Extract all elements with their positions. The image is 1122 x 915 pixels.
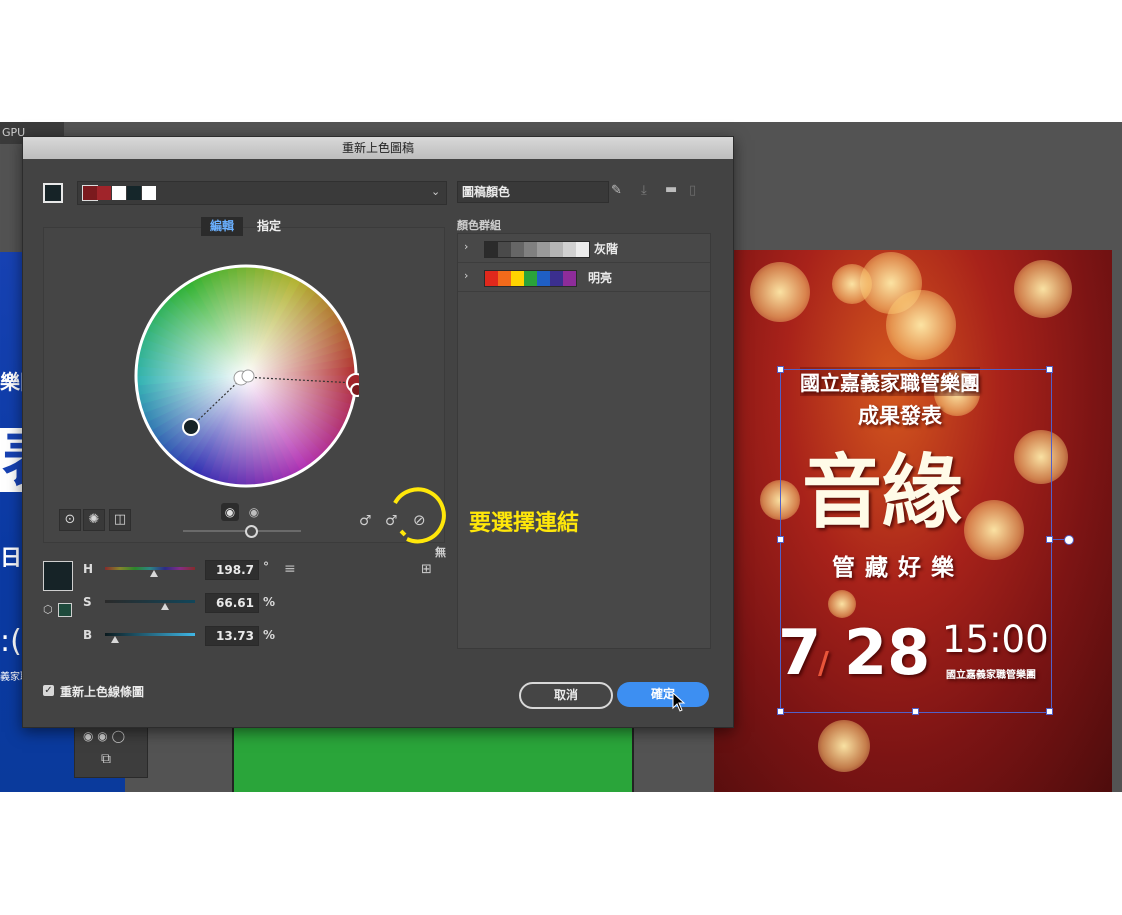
color-group-swatch[interactable]: [550, 271, 563, 286]
swatch-red-dark[interactable]: [82, 185, 98, 201]
recolor-artwork-dialog: 重新上色圖稿 ⌄ 編輯 指定 ⊙ ✺ ◫ ◉ ◉ ♂ ♂ ⊘ 無 ⊞ ≡ ⬡ H…: [22, 136, 734, 728]
selection-handle[interactable]: [1046, 366, 1053, 373]
color-group-name: 明亮: [588, 271, 613, 285]
expand-arrow-icon[interactable]: ›: [464, 269, 468, 282]
color-group-strip[interactable]: [484, 241, 590, 258]
color-groups-label: 顏色群組: [457, 219, 501, 232]
s-value-field[interactable]: 66.61: [205, 593, 259, 613]
expand-arrow-icon[interactable]: ›: [464, 240, 468, 253]
h-value-field[interactable]: 198.7: [205, 560, 259, 580]
brightness-slider-track[interactable]: [183, 530, 301, 532]
cube-icon[interactable]: ⬡: [43, 603, 53, 616]
eyedropper-icon[interactable]: ✎: [611, 183, 622, 198]
color-group-name: 灰階: [594, 242, 619, 256]
selection-handle[interactable]: [912, 708, 919, 715]
color-group-swatch[interactable]: [576, 242, 589, 257]
green-artboard: [232, 722, 634, 792]
color-group-swatch[interactable]: [537, 242, 550, 257]
color-group-swatch[interactable]: [511, 271, 524, 286]
base-color-marker[interactable]: [182, 418, 200, 436]
selection-bounding-box[interactable]: [780, 369, 1052, 713]
h-unit: °: [263, 560, 269, 574]
swatch-dark-teal[interactable]: [127, 186, 141, 200]
color-group-swatch[interactable]: [498, 242, 511, 257]
b-label: B: [83, 628, 93, 642]
ok-button[interactable]: 確定: [617, 682, 709, 707]
color-group-swatch[interactable]: [550, 242, 563, 257]
swatch-red[interactable]: [97, 186, 111, 200]
h-slider-thumb[interactable]: [150, 570, 158, 577]
color-group-swatch[interactable]: [485, 271, 498, 286]
color-bars-icon[interactable]: ◫: [109, 509, 131, 531]
show-brightness-icon[interactable]: ◉: [245, 503, 263, 521]
artwork-colors-field[interactable]: 圖稿顏色: [457, 181, 609, 203]
artwork-colors-bar[interactable]: [77, 181, 447, 205]
rotate-handle[interactable]: [1064, 535, 1074, 545]
add-color-icon[interactable]: ♂: [359, 513, 372, 529]
swatch-white[interactable]: [112, 186, 126, 200]
color-group-swatch[interactable]: [485, 242, 498, 257]
bokeh-light: [832, 264, 872, 304]
dialog-title[interactable]: 重新上色圖稿: [23, 137, 733, 159]
s-slider-thumb[interactable]: [161, 603, 169, 610]
gamut-swatch[interactable]: [58, 603, 72, 617]
selection-handle[interactable]: [777, 366, 784, 373]
tab-edit[interactable]: 編輯: [201, 217, 243, 236]
color-group-row[interactable]: › 灰階: [458, 234, 710, 263]
color-wheel[interactable]: [133, 263, 359, 489]
s-slider-track[interactable]: [105, 600, 195, 603]
left-art-text: :(: [0, 624, 22, 659]
color-group-swatch[interactable]: [537, 271, 550, 286]
recolor-checkbox[interactable]: ✓: [43, 685, 54, 696]
layers-panel-fragment[interactable]: ◉ ◉ ◯ ⧉: [74, 722, 148, 778]
folder-icon[interactable]: ▬: [665, 182, 677, 197]
bokeh-light: [750, 262, 810, 322]
color-group-swatch[interactable]: [524, 242, 537, 257]
bokeh-light: [818, 720, 870, 772]
save-group-icon[interactable]: ⤓: [641, 183, 647, 198]
grid-icon[interactable]: ⊞: [421, 562, 432, 577]
annotation-text: 要選擇連結: [469, 511, 580, 536]
cancel-button[interactable]: 取消: [519, 682, 613, 709]
hsb-color-preview[interactable]: [43, 561, 73, 591]
layer-icon: ◉ ◉ ◯: [83, 729, 125, 743]
b-value-field[interactable]: 13.73: [205, 626, 259, 646]
color-group-swatch[interactable]: [563, 242, 576, 257]
current-color-square-icon[interactable]: [43, 183, 63, 203]
h-label: H: [83, 562, 94, 576]
color-group-swatch[interactable]: [524, 271, 537, 286]
brightness-slider-thumb[interactable]: [245, 525, 258, 538]
color-group-strip[interactable]: [484, 270, 577, 287]
color-group-swatch[interactable]: [498, 271, 511, 286]
color-marker[interactable]: [350, 383, 359, 397]
smooth-wheel-icon[interactable]: ⊙: [59, 509, 81, 531]
swatch-white[interactable]: [142, 186, 156, 200]
cursor-icon: [672, 692, 686, 712]
b-slider-thumb[interactable]: [111, 636, 119, 643]
color-group-swatch[interactable]: [563, 271, 576, 286]
selection-handle[interactable]: [1046, 708, 1053, 715]
chevron-down-icon[interactable]: ⌄: [431, 185, 445, 199]
artboard-icon: ⧉: [101, 751, 111, 767]
selection-handle[interactable]: [777, 708, 784, 715]
color-groups-panel[interactable]: › 灰階 › 明亮: [457, 233, 711, 649]
selection-handle[interactable]: [777, 536, 784, 543]
menu-icon[interactable]: ≡: [284, 561, 296, 577]
segmented-wheel-icon[interactable]: ✺: [83, 509, 105, 531]
color-group-swatch[interactable]: [511, 242, 524, 257]
color-group-row[interactable]: › 明亮: [458, 263, 710, 292]
color-marker[interactable]: [241, 369, 255, 383]
poster-artboard: 國立嘉義家職管樂團 成果發表 音緣 管藏好樂 7 / 28 15:00 國立嘉義…: [714, 250, 1112, 792]
bokeh-light: [1014, 260, 1072, 318]
s-unit: %: [263, 595, 276, 609]
bokeh-light: [886, 290, 956, 360]
b-unit: %: [263, 628, 276, 642]
show-saturation-icon[interactable]: ◉: [221, 503, 239, 521]
annotation-circle: [393, 487, 446, 544]
recolor-label: 重新上色線條圖: [60, 685, 145, 699]
trash-icon[interactable]: ▯: [689, 183, 696, 198]
tab-assign[interactable]: 指定: [249, 217, 289, 236]
s-label: S: [83, 595, 92, 609]
